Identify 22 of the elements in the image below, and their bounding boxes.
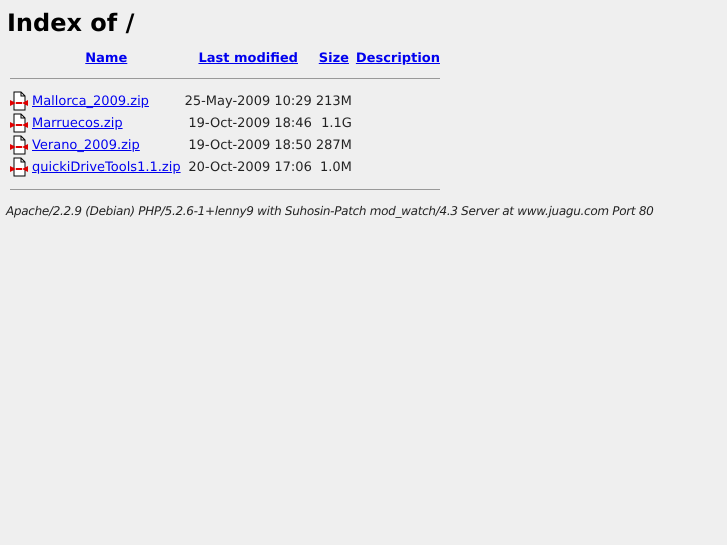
file-size: 1.0M bbox=[318, 158, 353, 176]
page-title: Index of / bbox=[7, 9, 136, 37]
file-link[interactable]: Verano_2009.zip bbox=[32, 138, 140, 152]
modified-date: 25-May-2009 10:29 bbox=[184, 92, 313, 110]
file-link[interactable]: Marruecos.zip bbox=[32, 116, 123, 130]
column-sort-link[interactable]: Size bbox=[318, 51, 349, 66]
file-size: 213M bbox=[314, 92, 353, 110]
file-link[interactable]: quickiDriveTools1.1.zip bbox=[32, 160, 181, 174]
modified-date: 19-Oct-2009 18:50 bbox=[187, 136, 313, 154]
modified-date: 20-Oct-2009 17:06 bbox=[187, 158, 313, 176]
compressed-file-icon bbox=[9, 91, 29, 111]
modified-date: 19-Oct-2009 18:46 bbox=[187, 114, 313, 132]
compressed-file-icon bbox=[9, 113, 29, 133]
column-sort-link[interactable]: Name bbox=[85, 51, 128, 66]
file-link[interactable]: Mallorca_2009.zip bbox=[32, 94, 149, 108]
column-sort-link[interactable]: Description bbox=[356, 51, 440, 66]
file-size: 287M bbox=[314, 136, 353, 154]
compressed-file-icon bbox=[9, 135, 29, 155]
column-sort-link[interactable]: Last modified bbox=[198, 51, 298, 66]
file-size: 1.1G bbox=[320, 114, 353, 132]
server-signature: Apache/2.2.9 (Debian) PHP/5.2.6-1+lenny9 with Suhosin-Patch mod_watch/4.3 Server at www.juagu.com Port 80 bbox=[6, 204, 654, 218]
compressed-file-icon bbox=[9, 157, 29, 177]
